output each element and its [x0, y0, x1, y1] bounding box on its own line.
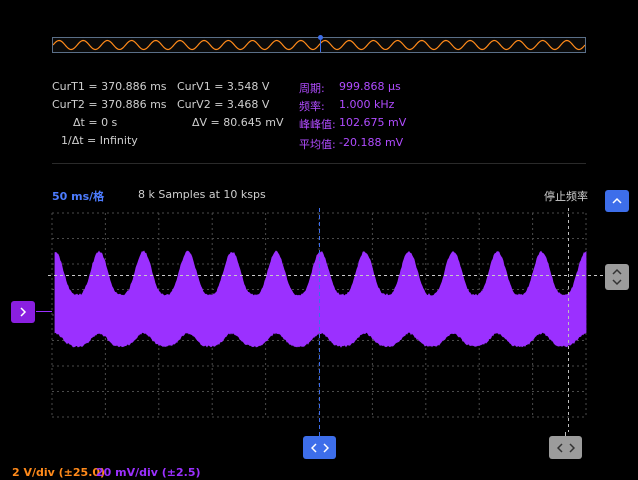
chevron-right-icon [19, 306, 27, 318]
ch1-scale-label[interactable]: 2 V/div (±25.0) [12, 466, 105, 479]
ch2-envelope [55, 251, 586, 347]
chevron-left-right-icon [557, 443, 575, 453]
horizontal-position-button[interactable] [303, 436, 336, 459]
chevron-left-right-icon [311, 443, 329, 453]
ch2-trace [55, 251, 586, 347]
ch2-marker-button[interactable] [11, 301, 35, 323]
scope-display[interactable] [0, 0, 638, 480]
chevron-up-down-icon [611, 268, 623, 286]
cursor-handle-button[interactable] [549, 436, 582, 459]
ch2-scale-label[interactable]: 20 mV/div (±2.5) [96, 466, 201, 479]
trigger-level-button[interactable] [605, 264, 629, 290]
